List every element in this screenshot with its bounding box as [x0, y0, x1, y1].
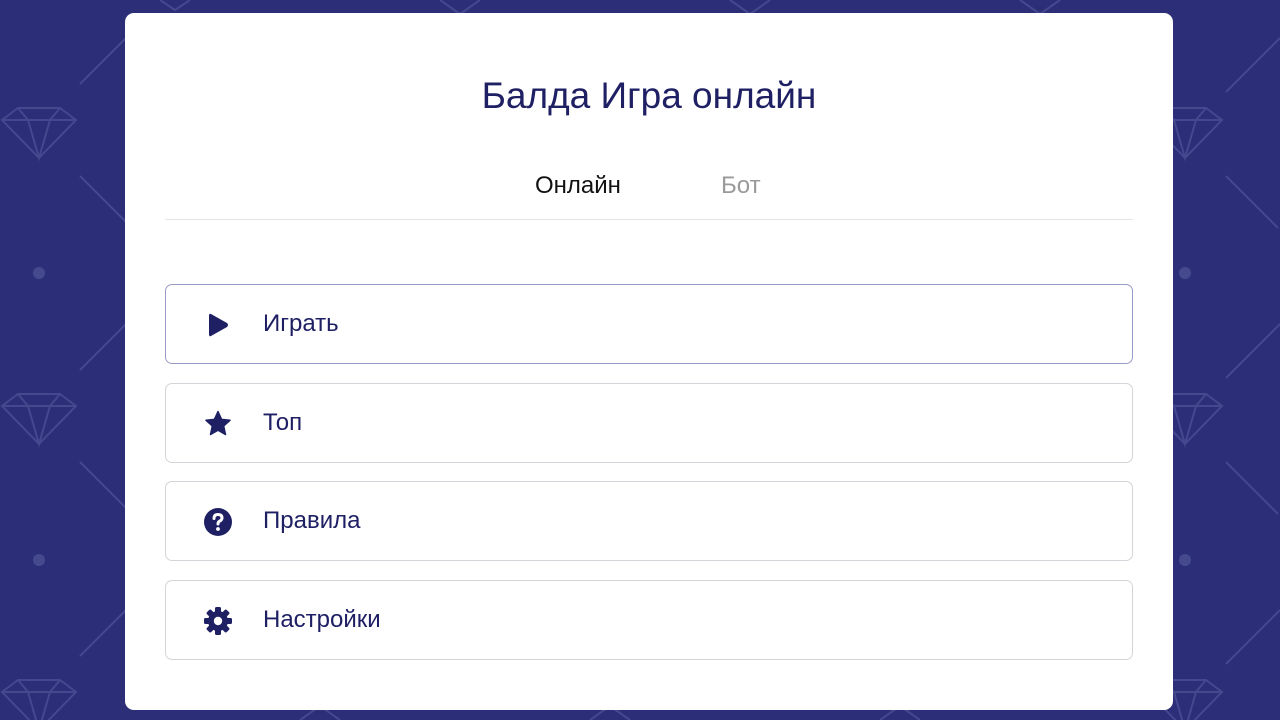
diamond-icon [0, 679, 78, 720]
tab-online[interactable]: Онлайн [535, 167, 621, 205]
star-icon [205, 410, 231, 435]
diamond-icon [0, 107, 78, 162]
play-button[interactable]: Играть [165, 284, 1133, 364]
settings-label: Настройки [263, 605, 381, 633]
page-title: Балда Игра онлайн [481, 75, 817, 116]
main-menu: Играть Топ Правила Настройки [165, 284, 1133, 678]
settings-button[interactable]: Настройки [165, 579, 1133, 660]
play-label: Играть [263, 310, 339, 337]
top-button[interactable]: Топ [165, 382, 1133, 463]
question-circle-icon [204, 508, 232, 536]
top-label: Топ [263, 408, 303, 436]
diamond-icon [0, 393, 78, 448]
main-card: Балда Игра онлайн Онлайн Бот Играть Топ … [125, 13, 1173, 710]
rules-label: Правила [263, 507, 361, 534]
gear-icon [204, 606, 232, 635]
tab-bot[interactable]: Бот [721, 167, 761, 205]
play-icon [209, 313, 228, 337]
mode-tabs: Онлайн Бот [165, 167, 1133, 220]
rules-button[interactable]: Правила [165, 481, 1133, 561]
